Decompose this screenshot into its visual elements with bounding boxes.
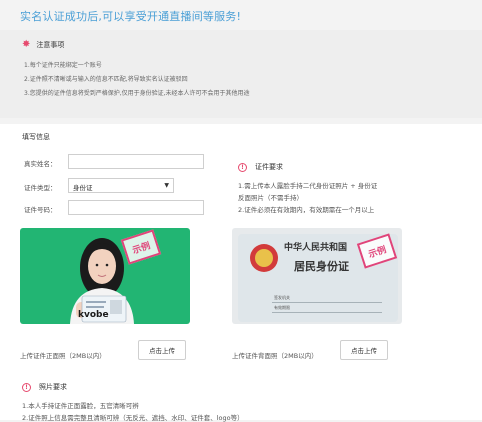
front-sample-photo: kvobe 示例	[20, 228, 190, 324]
notice-line-1: 1.每个证件只能绑定一个账号	[24, 62, 102, 69]
back-card-subtitle: 居民身份证	[294, 260, 349, 273]
real-name-input[interactable]	[68, 154, 204, 169]
notice-title: 注意事项	[36, 41, 65, 49]
form-panel: 填写信息 真实姓名： 证件类型： 身份证 ▼ 证件号码： ! 证件要求 1.需上…	[0, 124, 482, 422]
info-circle-icon: !	[238, 162, 247, 172]
gear-icon: ✸	[22, 39, 31, 50]
id-type-label: 证件类型：	[24, 184, 57, 192]
requirements-title: 证件要求	[255, 163, 283, 171]
back-card-field-1: 签发机关	[274, 295, 290, 300]
back-card-title: 中华人民共和国	[284, 243, 348, 253]
notice-title-row: ✸ 注意事项	[22, 40, 64, 50]
info-circle-icon: !	[22, 382, 31, 392]
id-type-select[interactable]: 身份证 ▼	[68, 178, 174, 193]
requirements-line-2: 反面照片（不需手持）	[238, 194, 303, 202]
photo-requirements-line-1: 1.本人手持证件正面露脸，五官清晰可辨	[22, 402, 139, 410]
id-number-input[interactable]	[68, 200, 204, 215]
front-upload-label: 上传证件正面照（2MB以内）	[20, 352, 106, 360]
back-card-field-2: 有效期限	[274, 305, 290, 310]
notice-panel: ✸ 注意事项 1.每个证件只能绑定一个账号 2.证件照不清晰或与输入的信息不匹配…	[0, 30, 482, 118]
back-upload-button[interactable]: 点击上传	[340, 340, 388, 360]
photo-requirements-title: 照片要求	[39, 383, 67, 391]
front-card-brand: kvobe	[78, 310, 109, 320]
name-label: 真实姓名：	[24, 160, 57, 168]
id-type-value: 身份证	[73, 184, 93, 192]
back-upload-label: 上传证件背面照（2MB以内）	[232, 352, 318, 360]
requirements-title-row: ! 证件要求	[238, 162, 283, 172]
headline: 实名认证成功后,可以享受开通直播间等服务!	[20, 10, 242, 23]
photo-requirements-title-row: ! 照片要求	[22, 382, 67, 392]
photo-requirements-line-2: 2.证件照上信息需完整且清晰可辨（无反光、遮挡、水印、证件套、logo等）	[22, 414, 244, 422]
requirements-line-3: 2.证件必须在有效期内，有效期需在一个月以上	[238, 206, 375, 214]
requirements-line-1: 1.需上传本人露脸手持二代身份证照片 + 身份证	[238, 182, 378, 190]
caret-down-icon: ▼	[164, 182, 169, 189]
notice-line-2: 2.证件照不清晰或与输入的信息不匹配,将导致实名认证被驳回	[24, 76, 188, 83]
form-heading: 填写信息	[22, 133, 50, 141]
id-number-label: 证件号码：	[24, 206, 57, 214]
notice-line-3: 3.您提供的证件信息将受到严格保护,仅用于身份验证,未经本人许可不会用于其他用途	[24, 90, 250, 97]
front-upload-button[interactable]: 点击上传	[138, 340, 186, 360]
back-sample-photo: 中华人民共和国 居民身份证 签发机关 有效期限 示例	[232, 228, 402, 324]
